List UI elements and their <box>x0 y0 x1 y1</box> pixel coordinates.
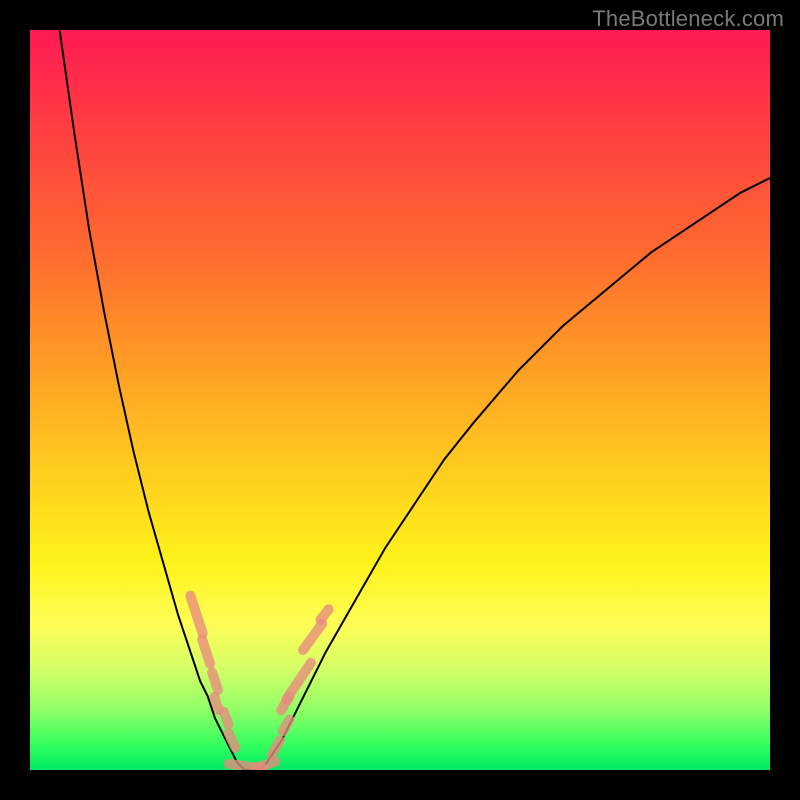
watermark-text: TheBottleneck.com <box>592 6 784 32</box>
curve-marker <box>196 633 216 670</box>
curve-marker <box>276 713 297 739</box>
curve-marker <box>206 666 224 696</box>
bottleneck-curve <box>30 30 770 770</box>
curve-marker <box>265 734 287 762</box>
curve-marker <box>184 589 209 639</box>
curve-line <box>60 30 770 770</box>
chart-frame: TheBottleneck.com <box>0 0 800 800</box>
plot-area <box>30 30 770 770</box>
